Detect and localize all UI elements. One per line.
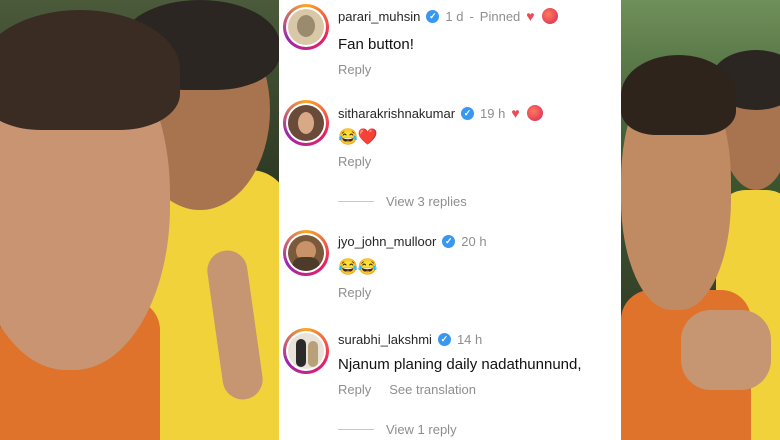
- liked-by-author-avatar: [525, 104, 544, 122]
- comment-header: sitharakrishnakumar ✓ 19 h ♥: [338, 104, 544, 122]
- see-translation-button[interactable]: See translation: [389, 382, 476, 397]
- comment-header: surabhi_lakshmi ✓ 14 h: [338, 332, 482, 347]
- right-photo: [621, 0, 780, 440]
- reply-button[interactable]: Reply: [338, 154, 371, 169]
- replies-divider: [338, 429, 374, 430]
- verified-badge-icon: ✓: [426, 9, 440, 23]
- comment-time: 1 d: [445, 8, 464, 24]
- heart-icon[interactable]: ♥: [511, 106, 519, 120]
- pinned-separator: -: [469, 8, 474, 24]
- left-photo: [0, 0, 279, 440]
- verified-badge-icon: ✓: [461, 106, 475, 120]
- comment-time: 14 h: [456, 332, 483, 347]
- replies-divider: [338, 201, 374, 202]
- view-replies-button[interactable]: View 3 replies: [338, 194, 467, 209]
- liked-by-author-avatar: [540, 7, 559, 25]
- heart-icon[interactable]: ♥: [526, 9, 534, 23]
- avatar[interactable]: [283, 230, 329, 276]
- avatar[interactable]: [283, 4, 329, 50]
- comment-text: Njanum planing daily nadathunnund,: [338, 356, 582, 373]
- comments-panel: parari_muhsin ✓ 1 d - Pinned ♥ Fan butto…: [279, 0, 621, 440]
- comment-text: Fan button!: [338, 36, 414, 53]
- comment-header: jyo_john_mulloor ✓ 20 h: [338, 234, 487, 249]
- view-replies-button[interactable]: View 1 reply: [338, 422, 457, 437]
- avatar[interactable]: [283, 100, 329, 146]
- view-replies-label[interactable]: View 1 reply: [386, 422, 457, 437]
- comment-header: parari_muhsin ✓ 1 d - Pinned ♥: [338, 7, 559, 25]
- pinned-label: Pinned: [479, 8, 521, 24]
- username[interactable]: jyo_john_mulloor: [338, 234, 436, 249]
- comment-text: 😂❤️: [338, 129, 378, 146]
- comment-text: 😂😂: [338, 259, 378, 276]
- username[interactable]: sitharakrishnakumar: [338, 106, 455, 121]
- reply-button[interactable]: Reply: [338, 382, 371, 397]
- verified-badge-icon: ✓: [437, 333, 451, 346]
- reply-button[interactable]: Reply: [338, 62, 371, 77]
- username[interactable]: surabhi_lakshmi: [338, 332, 432, 347]
- reply-button[interactable]: Reply: [338, 285, 371, 300]
- avatar[interactable]: [283, 328, 329, 374]
- view-replies-label[interactable]: View 3 replies: [386, 194, 467, 209]
- comment-time: 19 h: [480, 105, 506, 121]
- verified-badge-icon: ✓: [442, 235, 456, 248]
- username[interactable]: parari_muhsin: [338, 9, 420, 24]
- comment-time: 20 h: [461, 234, 487, 249]
